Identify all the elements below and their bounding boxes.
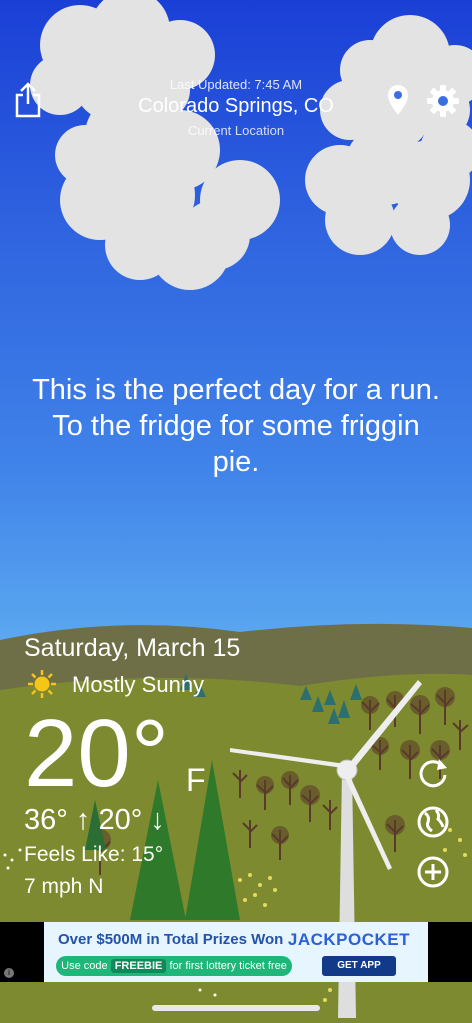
gear-icon[interactable] — [426, 84, 460, 118]
sun-icon — [28, 670, 56, 698]
arrow-up-icon: ↑ — [75, 804, 91, 836]
refresh-icon[interactable] — [416, 755, 450, 789]
low-temp: 20° — [98, 804, 143, 836]
ad-get-app-button[interactable]: GET APP — [322, 956, 396, 976]
globe-icon[interactable] — [416, 805, 450, 839]
ad-headline: Over $500M in Total Prizes Won — [58, 931, 284, 948]
ad-code-suffix: for first lottery ticket free — [169, 960, 287, 972]
share-icon[interactable] — [14, 82, 42, 118]
scene-illustration — [0, 0, 472, 1023]
high-temp: 36° — [24, 804, 68, 836]
ad-code-prefix: Use code — [61, 960, 108, 972]
location-pin-icon[interactable] — [386, 84, 410, 116]
ad-banner[interactable]: Over $500M in Total Prizes Won JACKPOCKE… — [0, 922, 472, 982]
high-low: 36° ↑ 20° ↓ — [24, 804, 165, 837]
current-temperature: 20° — [24, 700, 170, 807]
home-indicator[interactable] — [152, 1005, 320, 1011]
condition-text: Mostly Sunny — [72, 672, 205, 697]
ad-code-value: FREEBIE — [110, 959, 167, 973]
feels-like: Feels Like: 15° — [24, 843, 164, 866]
forecast-date: Saturday, March 15 — [24, 634, 241, 662]
wind-speed: 7 mph N — [24, 875, 104, 898]
weather-screen: Last Updated: 7:45 AM Colorado Springs, … — [0, 0, 472, 1023]
ad-creative[interactable]: Over $500M in Total Prizes Won JACKPOCKE… — [44, 922, 428, 982]
ad-brand-logo: JACKPOCKET — [287, 930, 410, 949]
ad-promo-code: Use code FREEBIE for first lottery ticke… — [56, 956, 292, 976]
ad-info-icon[interactable]: i — [4, 968, 14, 978]
add-icon[interactable] — [416, 855, 450, 889]
arrow-down-icon: ↓ — [150, 804, 165, 836]
snarky-message: This is the perfect day for a run. To th… — [32, 374, 440, 478]
location-label: Current Location — [187, 123, 285, 138]
temperature-unit[interactable]: F — [186, 762, 206, 799]
cloud-left — [30, 0, 280, 290]
